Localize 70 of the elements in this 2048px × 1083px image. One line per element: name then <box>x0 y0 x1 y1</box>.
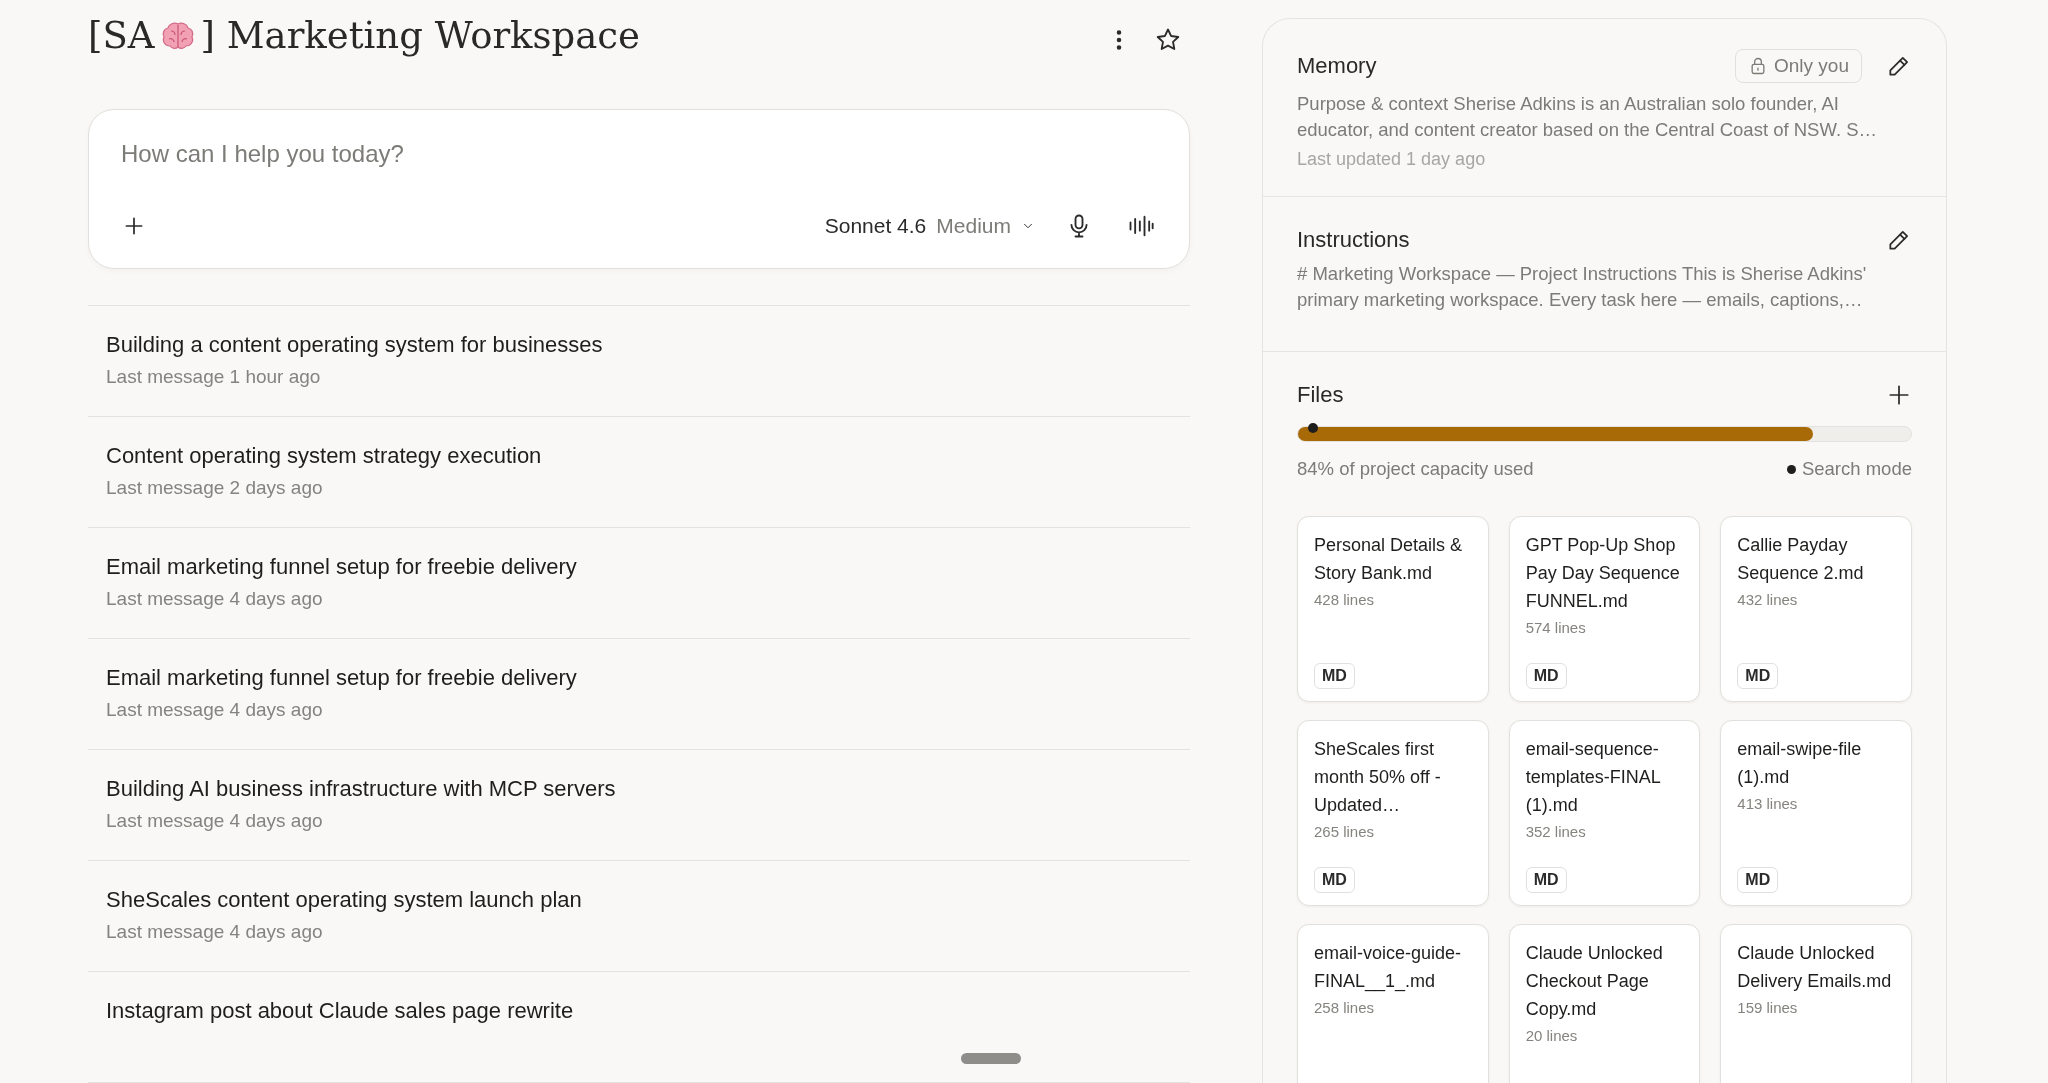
scroll-handle[interactable] <box>961 1053 1021 1064</box>
capacity-label: 84% of project capacity used <box>1297 458 1534 480</box>
file-name: SheScales first month 50% off - Updated… <box>1314 738 1442 817</box>
bar-marker <box>1308 423 1318 433</box>
file-card[interactable]: SheScales first month 50% off - Updated… 265 lines MD <box>1297 720 1489 906</box>
file-name: email-voice-guide-FINAL__1_.md <box>1314 942 1463 994</box>
visibility-badge[interactable]: Only you <box>1735 49 1862 83</box>
file-type-tag: MD <box>1314 663 1355 689</box>
line-count: 352 lines <box>1525 823 1587 840</box>
line-count: 574 lines <box>1525 619 1587 636</box>
section-title: Memory <box>1297 53 1377 79</box>
section-title: Instructions <box>1297 227 1410 253</box>
message-composer[interactable]: How can I help you today? Sonnet 4.6 Medium <box>88 109 1190 269</box>
file-card[interactable]: email-voice-guide-FINAL__1_.md 258 lines <box>1297 924 1489 1083</box>
conversation-title: Instagram post about Claude sales page rewrite <box>106 998 575 1024</box>
file-card[interactable]: Personal Details & Story Bank.md 428 lines MD <box>1297 516 1489 702</box>
file-card[interactable]: GPT Pop-Up Shop Pay Day Sequence FUNNEL.md 574 lines MD <box>1508 516 1701 702</box>
file-type-tag: MD <box>1525 867 1567 893</box>
last-message-time: Last message 1 hour ago <box>106 366 322 388</box>
conversation-item[interactable]: Building a content operating system for businesses Last message 1 hour ago <box>88 306 1190 417</box>
file-card[interactable]: Claude Unlocked Checkout Page Copy.md 20 lines <box>1508 924 1701 1083</box>
prompt-field[interactable]: How can I help you today? <box>121 140 521 168</box>
conversation-item[interactable]: Email marketing funnel setup for freebie delivery Last message 4 days ago <box>88 528 1190 639</box>
conversation-title: Content operating system strategy execution <box>106 443 543 469</box>
last-message-time: Last message 4 days ago <box>106 810 324 832</box>
file-card[interactable]: email-sequence-templates-FINAL (1).md 352 lines MD <box>1508 720 1701 906</box>
file-card[interactable]: Claude Unlocked Delivery Emails.md 159 lines <box>1720 924 1912 1083</box>
conversation-title: Email marketing funnel setup for freebie delivery <box>106 665 578 691</box>
file-name: Personal Details & Story Bank.md <box>1314 534 1464 585</box>
file-name: Claude Unlocked Checkout Page Copy.md <box>1525 942 1664 1021</box>
project-title: ] Marketing Workspace <box>200 14 640 57</box>
last-message-time: Last message 2 days ago <box>106 477 324 499</box>
last-updated: Last updated 1 day ago <box>1297 149 1487 170</box>
line-count: 428 lines <box>1314 591 1376 608</box>
file-name: email-sequence-templates-FINAL (1).md <box>1525 738 1662 817</box>
last-message-time: Last message 4 days ago <box>106 921 324 943</box>
conversation-item[interactable]: Email marketing funnel setup for freebie delivery Last message 4 days ago <box>88 639 1190 750</box>
section-title: Files <box>1297 382 1344 408</box>
conversation-item[interactable]: SheScales content operating system launch plan Last message 4 days ago <box>88 861 1190 972</box>
conversation-item[interactable]: Content operating system strategy execution Last message 2 days ago <box>88 417 1190 528</box>
conversation-item[interactable]: Building AI business infrastructure with MCP servers Last message 4 days ago <box>88 750 1190 861</box>
conversation-title: Building AI business infrastructure with MCP servers <box>106 776 617 802</box>
line-count: 159 lines <box>1737 999 1799 1016</box>
conversation-title: Email marketing funnel setup for freebie delivery <box>106 554 578 580</box>
file-name: GPT Pop-Up Shop Pay Day Sequence FUNNEL.md <box>1525 534 1681 613</box>
last-message-time: Last message 4 days ago <box>106 699 324 721</box>
file-type-tag: MD <box>1737 867 1779 893</box>
search-mode-label: Search mode <box>1801 458 1912 480</box>
file-name: Claude Unlocked Delivery Emails.md <box>1737 942 1893 993</box>
conversation-title: SheScales content operating system launch plan <box>106 887 583 913</box>
line-count: 413 lines <box>1737 795 1799 812</box>
file-type-tag: MD <box>1525 663 1567 689</box>
file-type-tag: MD <box>1737 663 1779 689</box>
model-selector[interactable]: Sonnet 4.6 Medium <box>824 214 1035 238</box>
line-count: 265 lines <box>1314 823 1376 840</box>
status-dot <box>1786 464 1796 474</box>
last-message-time: Last message 4 days ago <box>106 588 324 610</box>
project-title: [SA <box>88 14 155 57</box>
brain-icon <box>160 20 195 51</box>
line-count: 432 lines <box>1737 591 1799 608</box>
conversation-title: Building a content operating system for businesses <box>106 332 604 358</box>
line-count: 20 lines <box>1525 1027 1579 1044</box>
line-count: 258 lines <box>1314 999 1376 1016</box>
file-name: email-swipe-file (1).md <box>1737 738 1863 789</box>
instructions-text: # Marketing Workspace — Project Instructions This is Sherise Adkins' primary marketing workspace. Every task here — emails, captions,… <box>1297 262 1868 312</box>
file-card[interactable]: email-swipe-file (1).md 413 lines MD <box>1720 720 1912 906</box>
memory-summary: Purpose & context Sherise Adkins is an Australian solo founder, AI educator, and content creator based on the Central Coast of NSW. S… <box>1297 92 1878 142</box>
file-type-tag: MD <box>1314 867 1355 893</box>
file-card[interactable]: Callie Payday Sequence 2.md 432 lines MD <box>1720 516 1912 702</box>
file-name: Callie Payday Sequence 2.md <box>1737 534 1865 585</box>
